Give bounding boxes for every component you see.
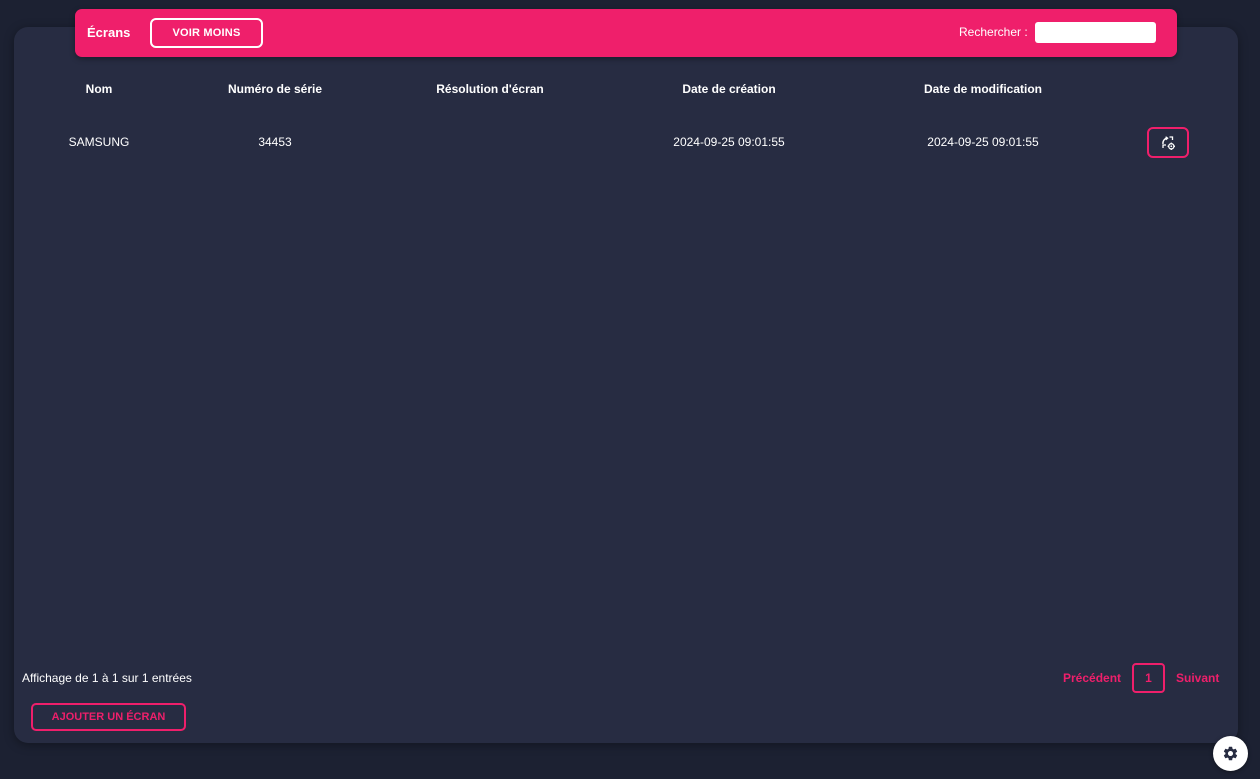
table-info: Affichage de 1 à 1 sur 1 entrées	[22, 671, 192, 685]
column-header-date-creation[interactable]: Date de création	[682, 82, 775, 96]
row-action-button[interactable]	[1147, 127, 1189, 158]
search-label: Rechercher :	[959, 25, 1028, 39]
column-header-date-modification[interactable]: Date de modification	[924, 82, 1042, 96]
header-bar: Écrans VOIR MOINS Rechercher :	[75, 9, 1177, 57]
column-header-resolution[interactable]: Résolution d'écran	[436, 82, 544, 96]
settings-button[interactable]	[1213, 736, 1248, 771]
pagination-next[interactable]: Suivant	[1176, 671, 1219, 685]
column-header-nom[interactable]: Nom	[86, 82, 113, 96]
search-input[interactable]	[1035, 22, 1156, 43]
rotate-settings-icon	[1162, 135, 1175, 150]
cell-date-modification: 2024-09-25 09:01:55	[927, 135, 1039, 149]
pagination-page-1[interactable]: 1	[1132, 663, 1165, 693]
gear-icon	[1223, 746, 1238, 761]
cell-nom: SAMSUNG	[68, 135, 130, 149]
page-title: Écrans	[87, 25, 131, 40]
screens-card	[14, 27, 1238, 743]
voir-moins-button[interactable]: VOIR MOINS	[150, 18, 263, 48]
cell-numero-serie: 34453	[258, 135, 292, 149]
pagination-previous[interactable]: Précédent	[1063, 671, 1121, 685]
add-screen-button[interactable]: AJOUTER UN ÉCRAN	[31, 703, 186, 731]
cell-date-creation: 2024-09-25 09:01:55	[673, 135, 785, 149]
column-header-numero-serie[interactable]: Numéro de série	[228, 82, 322, 96]
